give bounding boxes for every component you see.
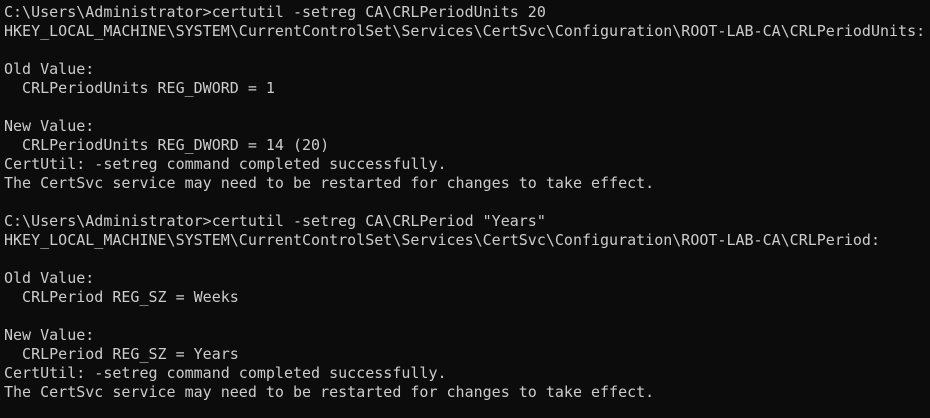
command-line-crlperiod: C:\Users\Administrator>certutil -setreg … (4, 212, 546, 230)
terminal-output[interactable]: C:\Users\Administrator>certutil -setreg … (0, 0, 930, 418)
new-value-heading: New Value: (4, 117, 95, 135)
new-value-line: CRLPeriodUnits REG_DWORD = 14 (20) (4, 136, 330, 154)
old-value-line: CRLPeriod REG_SZ = Weeks (4, 288, 239, 306)
old-value-heading: Old Value: (4, 60, 95, 78)
success-message-line: CertUtil: -setreg command completed succ… (4, 155, 447, 173)
command-line-crlperiodunits: C:\Users\Administrator>certutil -setreg … (4, 3, 546, 21)
old-value-line: CRLPeriodUnits REG_DWORD = 1 (4, 79, 275, 97)
success-message-line: CertUtil: -setreg command completed succ… (4, 364, 447, 382)
new-value-line: CRLPeriod REG_SZ = Years (4, 345, 239, 363)
old-value-heading: Old Value: (4, 269, 95, 287)
restart-notice-line: The CertSvc service may need to be resta… (4, 383, 655, 401)
restart-notice-line: The CertSvc service may need to be resta… (4, 174, 655, 192)
new-value-heading: New Value: (4, 326, 95, 344)
registry-path-line: HKEY_LOCAL_MACHINE\SYSTEM\CurrentControl… (4, 231, 880, 249)
registry-path-line: HKEY_LOCAL_MACHINE\SYSTEM\CurrentControl… (4, 22, 926, 40)
